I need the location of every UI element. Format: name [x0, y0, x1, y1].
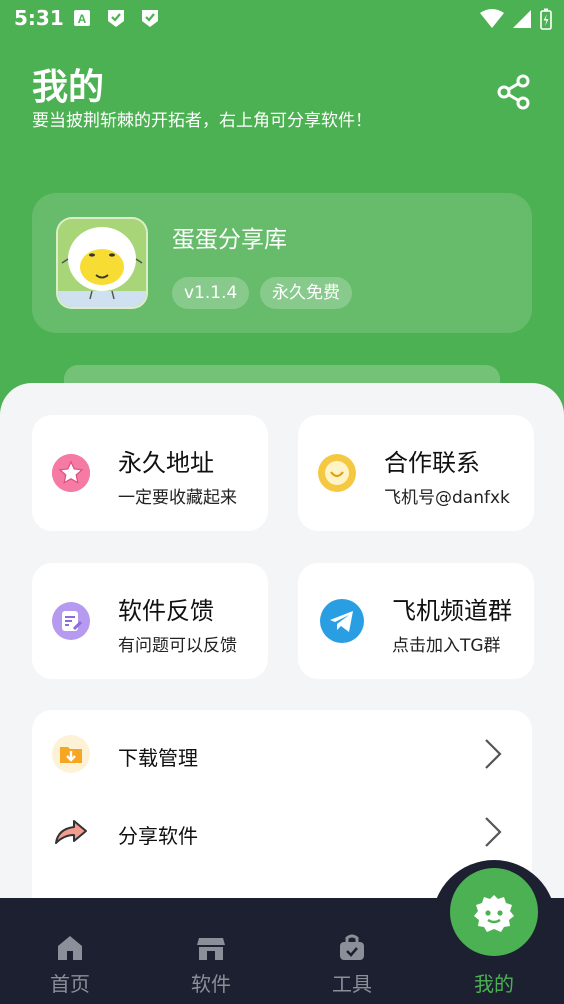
app-info-card: 蛋蛋分享库 v1.1.4 永久免费 [32, 193, 532, 333]
tab-label: 软件 [191, 972, 231, 996]
version-badge: v1.1.4 [172, 277, 250, 309]
tab-software[interactable]: 软件 [161, 898, 261, 1004]
status-time: 5:31 [14, 6, 64, 30]
software-feedback-card[interactable]: 软件反馈 有问题可以反馈 [32, 563, 268, 679]
chevron-right-icon [480, 816, 504, 848]
tab-home[interactable]: 首页 [20, 898, 120, 1004]
quick-card-subtitle: 飞机号@danfxk [384, 488, 510, 508]
tab-label: 工具 [332, 972, 372, 996]
shield-check-icon [106, 8, 126, 28]
signal-icon [513, 10, 531, 28]
quick-card-title: 飞机频道群 [392, 597, 512, 625]
list-item-share-software[interactable]: 分享软件 [32, 792, 532, 870]
chat-bubble-icon [318, 454, 356, 492]
quick-card-title: 合作联系 [384, 449, 480, 477]
app-logo [56, 217, 148, 309]
battery-icon [540, 8, 552, 30]
keyboard-notification-icon: A [72, 8, 92, 28]
page-subtitle: 要当披荆斩棘的开拓者，右上角可分享软件！ [32, 111, 372, 131]
telegram-icon [320, 599, 364, 643]
toolbox-icon [336, 932, 368, 964]
download-folder-icon [52, 735, 90, 773]
quick-card-subtitle: 有问题可以反馈 [118, 636, 237, 656]
edit-note-icon [52, 602, 90, 640]
cooperation-contact-card[interactable]: 合作联系 飞机号@danfxk [298, 415, 534, 531]
quick-card-subtitle: 一定要收藏起来 [118, 488, 237, 508]
list-item-download-manager[interactable]: 下载管理 [32, 714, 532, 792]
share-icon [497, 74, 530, 110]
tab-tools[interactable]: 工具 [302, 898, 402, 1004]
tab-profile[interactable]: 我的 [444, 898, 544, 1004]
star-icon [52, 454, 90, 492]
list-item-label: 下载管理 [118, 746, 198, 770]
status-bar: 5:31 A [0, 0, 564, 36]
tab-label: 首页 [50, 972, 90, 996]
home-icon [54, 932, 86, 964]
app-name: 蛋蛋分享库 [172, 227, 287, 253]
wifi-icon [480, 9, 504, 28]
chevron-right-icon [480, 738, 504, 770]
permanent-address-card[interactable]: 永久地址 一定要收藏起来 [32, 415, 268, 531]
quick-card-subtitle: 点击加入TG群 [392, 636, 501, 656]
share-arrow-icon [52, 813, 90, 851]
shield-check-icon-2 [140, 8, 160, 28]
telegram-channel-card[interactable]: 飞机频道群 点击加入TG群 [298, 563, 534, 679]
share-button[interactable] [494, 72, 534, 112]
list-item-label: 分享软件 [118, 824, 198, 848]
svg-text:A: A [78, 12, 87, 26]
store-icon [195, 932, 227, 964]
quick-card-title: 软件反馈 [118, 597, 214, 625]
free-badge: 永久免费 [260, 277, 352, 309]
page-title: 我的 [32, 67, 105, 108]
quick-card-title: 永久地址 [118, 449, 214, 477]
tab-label: 我的 [474, 972, 514, 996]
content-sheet: 永久地址 一定要收藏起来 合作联系 飞机号@danfxk 软件反馈 有问题可以反… [0, 383, 564, 903]
